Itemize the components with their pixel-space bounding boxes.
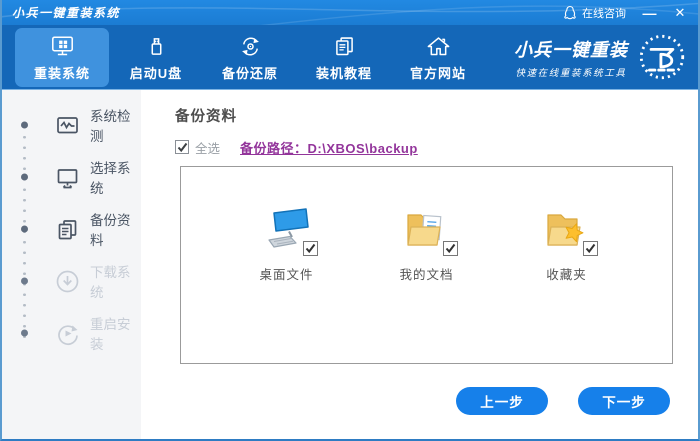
brand-area: 小兵一键重装 快速在线重装系统工具 xyxy=(514,33,698,81)
nav-item-boot-usb[interactable]: 启动U盘 xyxy=(109,28,203,87)
nav-item-label: 装机教程 xyxy=(315,65,372,81)
main-content: 备份资料 全选 备份路径：D:\XBOS\backup 桌面文件 我的文档 收藏… xyxy=(141,90,698,439)
item-checkbox-checked-icon[interactable] xyxy=(582,241,598,256)
nav-item-tutorial[interactable]: 装机教程 xyxy=(297,28,391,87)
monitor-grid-icon xyxy=(51,35,73,55)
usb-drive-icon xyxy=(151,37,161,55)
minimize-icon: — xyxy=(642,4,657,21)
window-title: 小兵一键重装系统 xyxy=(12,6,121,20)
nav-item-reinstall-system[interactable]: 重装系统 xyxy=(15,27,109,87)
sidebar-step-select-system[interactable]: 选择系统 xyxy=(2,151,141,203)
sidebar-step-download-system[interactable]: 下载系统 xyxy=(2,255,141,307)
backup-item-label: 桌面文件 xyxy=(259,268,314,282)
backup-items-panel: 桌面文件 我的文档 收藏夹 xyxy=(180,166,673,364)
sidebar-steps: 系统检测 选择系统 备份资料 下载系统 重启安装 xyxy=(2,90,141,439)
sidebar-step-backup-data[interactable]: 备份资料 xyxy=(2,203,141,255)
brand-slogan: 快速在线重装系统工具 xyxy=(515,67,627,79)
backup-item-label: 我的文档 xyxy=(399,268,454,282)
online-consult-button[interactable]: 在线咨询 xyxy=(563,5,626,21)
app-window: 小兵一键重装系统 在线咨询 — ✕ 重装系统 启动U盘 备份还原 装机教程 官方… xyxy=(0,0,700,441)
download-system-icon xyxy=(56,270,79,292)
sidebar-step-label: 选择系统 xyxy=(90,161,131,196)
nav-item-label: 启动U盘 xyxy=(129,65,183,81)
next-step-button[interactable]: 下一步 xyxy=(578,387,670,415)
sidebar-step-system-check[interactable]: 系统检测 xyxy=(2,99,141,151)
nav-item-label: 官方网站 xyxy=(409,65,466,81)
home-icon xyxy=(427,36,449,55)
backup-data-icon xyxy=(58,219,77,239)
backup-path-link[interactable]: 备份路径：D:\XBOS\backup xyxy=(240,138,418,157)
sidebar-step-label: 下载系统 xyxy=(90,265,131,300)
backup-item-desktop-files[interactable]: 桌面文件 xyxy=(247,203,327,363)
brand-logo-icon xyxy=(638,33,686,81)
top-nav: 重装系统 启动U盘 备份还原 装机教程 官方网站 小兵一键重装 快速在线重装系统… xyxy=(2,25,698,90)
page-title: 备份资料 xyxy=(175,109,237,125)
backup-item-my-documents[interactable]: 我的文档 xyxy=(387,203,467,363)
nav-item-label: 备份还原 xyxy=(221,65,278,81)
system-check-icon xyxy=(57,116,78,133)
restart-install-icon xyxy=(58,324,78,345)
item-checkbox-checked-icon[interactable] xyxy=(302,241,318,256)
sidebar-step-label: 备份资料 xyxy=(90,213,131,248)
backup-item-favorites[interactable]: 收藏夹 xyxy=(527,203,607,363)
sidebar-step-label: 系统检测 xyxy=(90,109,131,144)
nav-item-backup-restore[interactable]: 备份还原 xyxy=(203,28,297,87)
backup-item-label: 收藏夹 xyxy=(546,268,587,282)
prev-step-button[interactable]: 上一步 xyxy=(456,387,548,415)
nav-item-official-site[interactable]: 官方网站 xyxy=(391,28,485,87)
nav-item-label: 重装系统 xyxy=(33,65,90,81)
qq-icon xyxy=(564,5,576,20)
select-all-checkbox[interactable]: 全选 xyxy=(175,138,220,157)
close-button[interactable]: ✕ xyxy=(672,5,688,21)
checkbox-checked-icon xyxy=(175,140,189,154)
backup-restore-icon xyxy=(241,36,259,56)
close-icon: ✕ xyxy=(674,5,686,20)
titlebar: 小兵一键重装系统 在线咨询 — ✕ xyxy=(2,0,698,25)
sidebar-step-label: 重启安装 xyxy=(90,317,131,352)
select-all-label: 全选 xyxy=(195,141,221,156)
tutorial-docs-icon xyxy=(335,36,353,55)
brand-name: 小兵一键重装 xyxy=(514,39,628,60)
sidebar-step-restart-install[interactable]: 重启安装 xyxy=(2,307,141,359)
select-system-icon xyxy=(57,168,78,188)
minimize-button[interactable]: — xyxy=(641,5,657,21)
online-consult-label: 在线咨询 xyxy=(582,7,626,20)
item-checkbox-checked-icon[interactable] xyxy=(442,241,458,256)
